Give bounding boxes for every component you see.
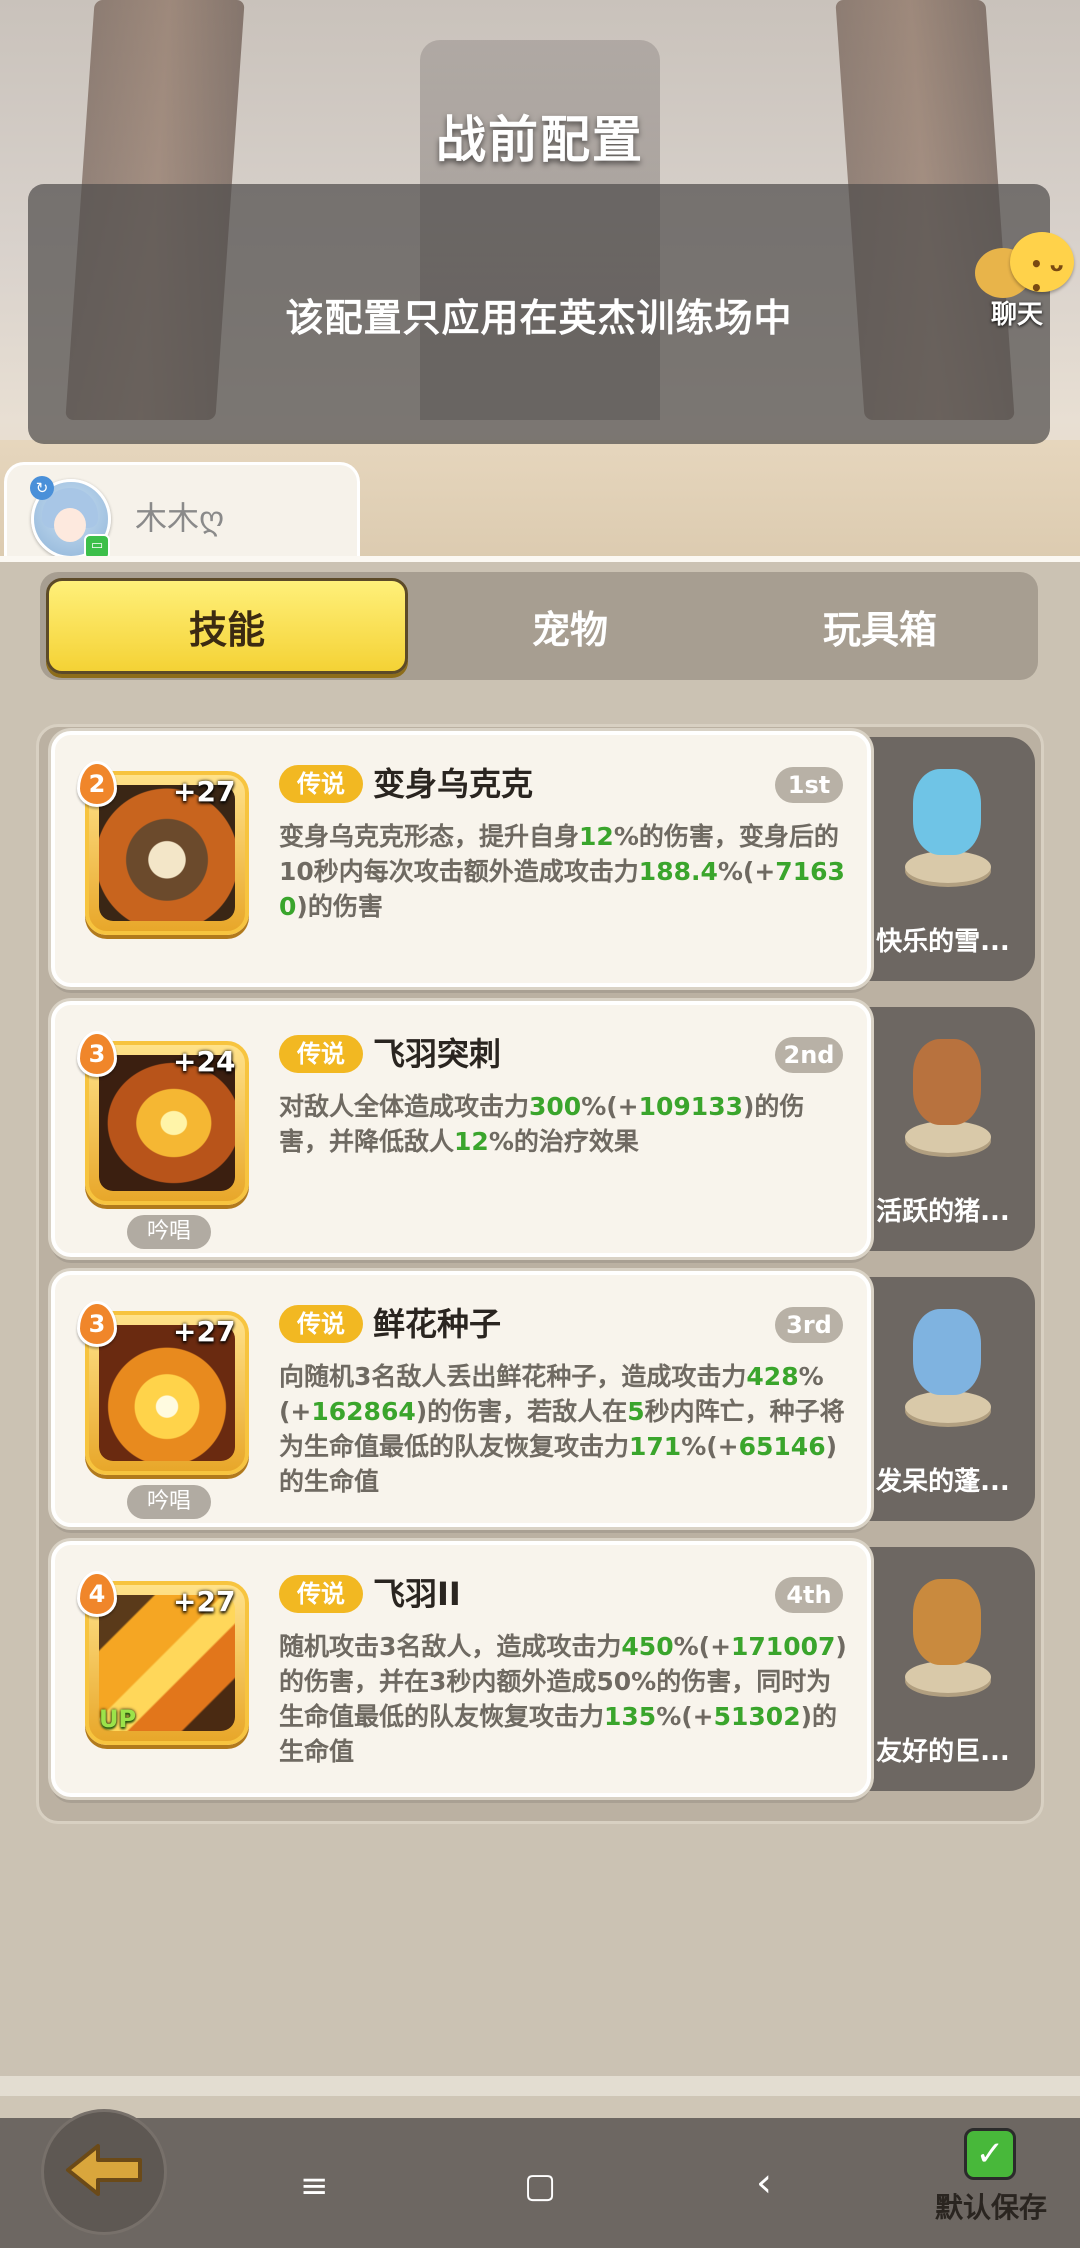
desc-text: )的伤害，若敌人在 (415, 1397, 628, 1426)
highlight-value: 65146 (738, 1432, 826, 1461)
highlight-value: 5 (627, 1397, 645, 1426)
skill-card[interactable]: 3 +24 吟唱 传说 飞羽突刺 2nd 对敌人全体造成攻击力300%(+109… (51, 1001, 871, 1257)
skill-description: 随机攻击3名敌人，造成攻击力450%(+171007)的伤害，并在3秒内额外造成… (279, 1629, 849, 1769)
rank-badge: 4th (775, 1577, 843, 1613)
category-tabs: 技能 宠物 玩具箱 (40, 572, 1038, 680)
highlight-value: 171 (629, 1432, 682, 1461)
tab-skills[interactable]: 技能 (46, 578, 408, 674)
pet-figure-icon (897, 1029, 997, 1159)
skill-card[interactable]: 3 +27 吟唱 传说 鲜花种子 3rd 向随机3名敌人丢出鲜花种子，造成攻击力… (51, 1271, 871, 1527)
pet-slot[interactable]: 友好的巨... (851, 1547, 1035, 1791)
menu-icon[interactable]: ≡ (300, 2166, 329, 2206)
nav-back-icon[interactable]: ‹ (756, 2160, 772, 2206)
skill-name: 变身乌克克 (373, 765, 534, 803)
desc-text: )的伤害 (296, 892, 383, 921)
pet-figure-icon (897, 759, 997, 889)
page-title: 战前配置 (436, 111, 644, 169)
rarity-badge: 传说 (279, 1035, 363, 1073)
avatar[interactable]: ↻ ▭ (30, 476, 111, 560)
enhance-count: +27 (173, 1585, 236, 1618)
skill-row: 友好的巨... 4 +27 UP 传说 飞羽II 4th 随机攻击3名敌人，造成… (51, 1541, 1035, 1797)
chant-tag: 吟唱 (127, 1215, 211, 1249)
enhance-count: +27 (173, 775, 236, 808)
skill-card[interactable]: 4 +27 UP 传说 飞羽II 4th 随机攻击3名敌人，造成攻击力450%(… (51, 1541, 871, 1797)
desc-text: %(+ (717, 857, 776, 886)
rarity-badge: 传说 (279, 1575, 363, 1613)
user-name: 木木ღ (135, 499, 225, 537)
highlight-value: 12 (454, 1127, 489, 1156)
desc-text: 对敌人全体造成攻击力 (279, 1092, 530, 1121)
pet-name: 活跃的猪... (876, 1197, 1010, 1227)
skill-row: 快乐的雪... 2 +27 传说 变身乌克克 1st 变身乌克克形态，提升自身1… (51, 731, 1035, 987)
pet-slot[interactable]: 活跃的猪... (851, 1007, 1035, 1251)
desc-text: %(+ (673, 1632, 732, 1661)
tab-pets[interactable]: 宠物 (420, 578, 720, 674)
skill-card[interactable]: 2 +27 传说 变身乌克克 1st 变身乌克克形态，提升自身12%的伤害，变身… (51, 731, 871, 987)
enhance-count: +27 (173, 1315, 236, 1348)
notice-text: 该配置只应用在英杰训练场中 (285, 295, 793, 340)
bottom-divider (0, 2076, 1080, 2096)
skill-description: 对敌人全体造成攻击力300%(+109133)的伤害，并降低敌人12%的治疗效果 (279, 1089, 849, 1159)
rarity-badge: 传说 (279, 765, 363, 803)
tab-toybox[interactable]: 玩具箱 (730, 578, 1030, 674)
highlight-value: 300 (529, 1092, 582, 1121)
level-badge: 2 (77, 761, 117, 807)
desc-text: 向随机3名敌人丢出鲜花种子，造成攻击力 (279, 1362, 747, 1391)
highlight-value: 135 (604, 1702, 657, 1731)
pet-name: 友好的巨... (876, 1737, 1010, 1767)
pet-slot[interactable]: 快乐的雪... (851, 737, 1035, 981)
pet-figure-icon (897, 1569, 997, 1699)
level-badge: 4 (77, 1571, 117, 1617)
enhance-count: +24 (173, 1045, 236, 1078)
user-tab[interactable]: ↻ ▭ 木木ღ (4, 462, 360, 565)
desc-text: %的治疗效果 (488, 1127, 639, 1156)
highlight-value: 171007 (731, 1632, 836, 1661)
rank-badge: 1st (775, 767, 843, 803)
highlight-value: 188.4 (638, 857, 718, 886)
notice-banner: 该配置只应用在英杰训练场中 (28, 184, 1050, 444)
rank-badge: 2nd (775, 1037, 843, 1073)
back-button[interactable] (44, 2112, 164, 2232)
pet-figure-icon (897, 1299, 997, 1429)
pet-name: 发呆的蓬... (876, 1467, 1010, 1497)
highlight-value: 51302 (713, 1702, 801, 1731)
arrow-left-icon (66, 2144, 142, 2196)
skill-name: 飞羽突刺 (373, 1035, 502, 1073)
highlight-value: 428 (746, 1362, 799, 1391)
rarity-badge: 传说 (279, 1305, 363, 1343)
skill-description: 向随机3名敌人丢出鲜花种子，造成攻击力428 %(+ 162864)的伤害，若敌人在… (279, 1359, 849, 1499)
pet-slot[interactable]: 发呆的蓬... (851, 1277, 1035, 1521)
config-panel: 技能 宠物 玩具箱 快乐的雪... 2 +27 传说 变身乌克克 1st 变身乌… (0, 556, 1080, 2082)
desc-text: 变身乌克克形态，提升自身 (279, 822, 580, 851)
rank-badge: 3rd (775, 1307, 843, 1343)
skill-list: 快乐的雪... 2 +27 传说 变身乌克克 1st 变身乌克克形态，提升自身1… (36, 724, 1044, 1824)
desc-text: 随机攻击3名敌人，造成攻击力 (279, 1632, 622, 1661)
highlight-value: 162864 (311, 1397, 416, 1426)
level-badge: 3 (77, 1031, 117, 1077)
skill-name: 飞羽II (373, 1575, 461, 1613)
skill-row: 发呆的蓬... 3 +27 吟唱 传说 鲜花种子 3rd 向随机3名敌人丢出鲜花… (51, 1271, 1035, 1527)
pet-name: 快乐的雪... (876, 927, 1010, 957)
level-badge: 3 (77, 1301, 117, 1347)
highlight-value: 109133 (638, 1092, 743, 1121)
chat-face-icon: • ᴗ • (1010, 232, 1074, 300)
upgrade-tag: UP (99, 1705, 137, 1733)
highlight-value: 450 (621, 1632, 674, 1661)
swirl-icon: ↻ (30, 476, 54, 500)
chat-button[interactable]: • ᴗ • 聊天 (975, 228, 1075, 330)
desc-text: %(+ (581, 1092, 639, 1121)
default-save-button[interactable]: ✓ 默认保存 (926, 2124, 1056, 2234)
highlight-value: 12 (579, 822, 614, 851)
desc-text: %(+ (681, 1432, 739, 1461)
skill-name: 鲜花种子 (373, 1305, 502, 1343)
skill-row: 活跃的猪... 3 +24 吟唱 传说 飞羽突刺 2nd 对敌人全体造成攻击力3… (51, 1001, 1035, 1257)
checkmark-icon: ✓ (964, 2128, 1016, 2180)
chat-label: 聊天 (991, 300, 1044, 330)
desc-text: %(+ (656, 1702, 714, 1731)
save-label: 默认保存 (934, 2191, 1047, 2224)
chant-tag: 吟唱 (127, 1485, 211, 1519)
skill-description: 变身乌克克形态，提升自身12%的伤害，变身后的10秒内每次攻击额外造成攻击力18… (279, 819, 849, 924)
home-square-icon[interactable]: ▢ (524, 2166, 556, 2206)
